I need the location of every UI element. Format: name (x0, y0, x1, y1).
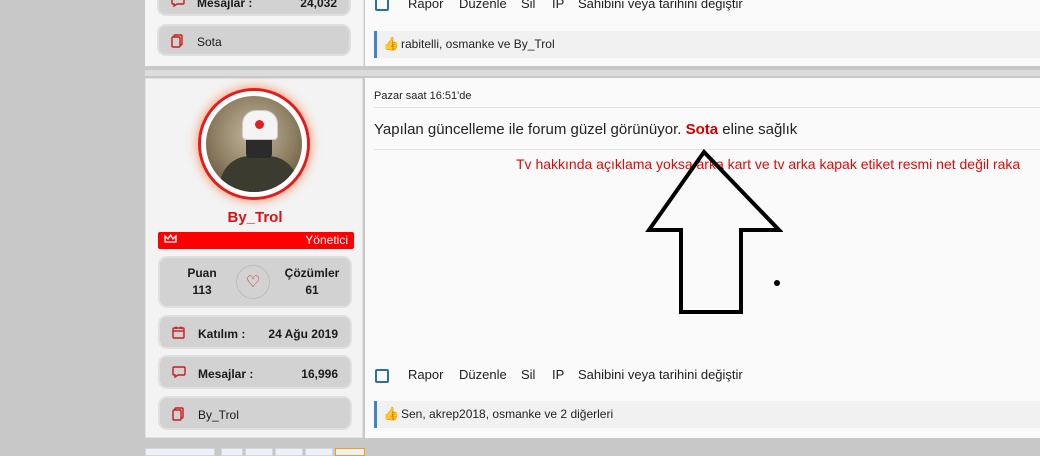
copy-icon (171, 34, 183, 51)
messages-stat: Mesajlar : 16,996 (158, 355, 352, 389)
points-label: Puan (187, 266, 217, 280)
likes-text[interactable]: rabitelli, osmanke ve By_Trol (401, 37, 555, 51)
checkbox-icon[interactable] (375, 0, 389, 11)
messages-count: 16,996 (301, 367, 338, 381)
likes-bar: 👍 rabitelli, osmanke ve By_Trol (374, 31, 1040, 58)
user-stats: Puan 113 ♡ Çözümler 61 (158, 256, 352, 308)
user-mention[interactable]: Sota (686, 121, 719, 138)
forum-post: By_Trol Yönetici Puan 113 ♡ Çözümler 61 … (145, 78, 1040, 438)
signature-button[interactable]: By_Trol (158, 396, 352, 430)
checkbox-icon[interactable] (375, 369, 389, 383)
speech-bubble-icon (171, 0, 185, 10)
pager-button[interactable] (305, 448, 333, 456)
delete-action[interactable]: Sil (521, 367, 535, 382)
signature-name: By_Trol (198, 408, 239, 422)
post-body: Yapılan güncelleme ile forum güzel görün… (374, 121, 797, 138)
post-user-panel: By_Trol Yönetici Puan 113 ♡ Çözümler 61 … (145, 78, 363, 438)
copy-icon (172, 407, 184, 424)
edit-action[interactable]: Düzenle (459, 367, 507, 382)
post-message: Pazar saat 16:51'de Yapılan güncelleme i… (365, 78, 1040, 438)
report-action[interactable]: Rapor (408, 367, 443, 382)
dot-mark (774, 280, 780, 286)
username[interactable]: By_Trol (146, 209, 364, 226)
avatar[interactable] (201, 91, 307, 197)
likes-bar: 👍 Sen, akrep2018, osmanke ve 2 diğerleri (374, 401, 1040, 428)
messages-stat: Mesajlar : 24,032 (157, 0, 351, 16)
heart-icon: ♡ (236, 265, 270, 299)
signature-name: Sota (197, 35, 222, 49)
change-owner-action[interactable]: Sahibini veya tarihini değiştir (578, 367, 743, 382)
messages-label: Mesajlar : (198, 367, 254, 381)
pager-button[interactable] (145, 448, 215, 456)
messages-count: 24,032 (300, 0, 337, 10)
up-arrow-drawing (645, 148, 783, 314)
previous-post-user-panel: Mesajlar : 24,032 Sota (145, 0, 364, 66)
previous-post-message: Rapor Düzenle Sil IP Sahibini veya tarih… (365, 0, 1040, 66)
crown-icon (164, 232, 177, 249)
signature-button[interactable]: Sota (157, 24, 351, 56)
post-separator (145, 70, 1040, 76)
role-badge: Yönetici (158, 232, 354, 249)
speech-bubble-icon (172, 366, 186, 381)
change-owner-action[interactable]: Sahibini veya tarihini değiştir (578, 0, 743, 11)
pager-button[interactable] (275, 448, 303, 456)
body-text-start: Yapılan güncelleme ile forum güzel görün… (374, 121, 682, 138)
report-action[interactable]: Rapor (408, 0, 443, 11)
joined-stat: Katılım : 24 Ağu 2019 (158, 315, 352, 349)
ip-action[interactable]: IP (552, 0, 564, 11)
pager-button-active[interactable] (335, 448, 365, 456)
solutions-label: Çözümler (284, 266, 340, 280)
pager-button[interactable] (221, 448, 243, 456)
solutions-value: 61 (305, 283, 319, 297)
calendar-icon (172, 326, 185, 342)
likes-text[interactable]: Sen, akrep2018, osmanke ve 2 diğerleri (401, 407, 613, 421)
post-timestamp[interactable]: Pazar saat 16:51'de (374, 90, 472, 102)
role-label: Yönetici (305, 233, 348, 247)
joined-label: Katılım : (198, 327, 246, 341)
thumbs-up-icon: 👍 (383, 36, 400, 51)
edit-action[interactable]: Düzenle (459, 0, 507, 11)
pager-button[interactable] (245, 448, 273, 456)
points-value: 113 (192, 283, 212, 297)
ip-action[interactable]: IP (552, 367, 564, 382)
delete-action[interactable]: Sil (521, 0, 535, 11)
messages-label: Mesajlar : (197, 0, 253, 10)
thumbs-up-icon: 👍 (383, 406, 400, 421)
joined-date: 24 Ağu 2019 (268, 327, 338, 341)
body-text-end: eline sağlık (722, 121, 798, 138)
